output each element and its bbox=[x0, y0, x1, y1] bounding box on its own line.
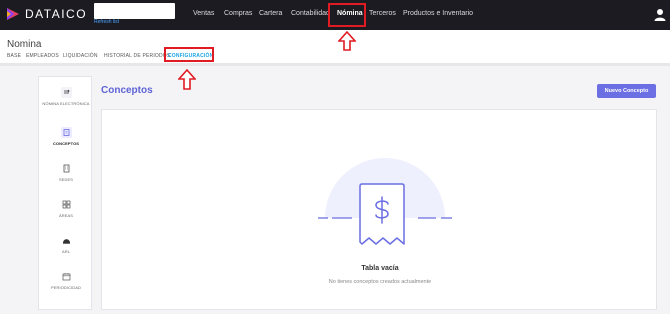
helmet-icon bbox=[61, 235, 72, 246]
nav-ventas[interactable]: Ventas bbox=[193, 10, 214, 17]
sidebar-item-conceptos[interactable]: CONCEPTOS bbox=[39, 127, 93, 146]
highlight-nomina bbox=[328, 3, 366, 27]
nav-contabilidad[interactable]: Contabilidad bbox=[291, 10, 330, 17]
empty-state-subtitle: No tienes conceptos creados actualmente bbox=[328, 279, 432, 285]
arrow-up-icon bbox=[338, 31, 356, 51]
page-title: Nomina bbox=[7, 39, 42, 50]
sidebar-item-areas[interactable]: ÁREAS bbox=[39, 199, 93, 218]
config-sidebar: NÓMINA ELECTRÓNICA CONCEPTOS SEDES ÁREAS… bbox=[38, 76, 92, 310]
nav-cartera[interactable]: Cartera bbox=[259, 10, 282, 17]
nav-terceros[interactable]: Terceros bbox=[369, 10, 396, 17]
receipt-icon bbox=[60, 87, 72, 98]
refresh-list-link[interactable]: Refresh list bbox=[94, 19, 119, 25]
brand-name: DATAICO bbox=[25, 7, 88, 21]
subnav-empleados[interactable]: EMPLEADOS bbox=[26, 53, 59, 59]
sidebar-item-sedes[interactable]: SEDES bbox=[39, 163, 93, 182]
grid-icon bbox=[61, 199, 72, 210]
empty-state-title: Tabla vacía bbox=[361, 265, 399, 272]
company-selector[interactable] bbox=[94, 3, 175, 19]
subnav-liquidacion[interactable]: LIQUIDACIÓN bbox=[63, 53, 98, 59]
user-icon[interactable] bbox=[654, 8, 666, 21]
document-icon bbox=[60, 127, 72, 138]
page-header bbox=[0, 30, 670, 63]
arrow-up-icon bbox=[178, 69, 196, 90]
new-concept-button[interactable]: Nuevo Concepto bbox=[597, 84, 656, 98]
nav-productos-inventario[interactable]: Productos e Inventario bbox=[403, 10, 473, 17]
sidebar-item-arl[interactable]: ARL bbox=[39, 235, 93, 254]
subnav-base[interactable]: BASE bbox=[7, 53, 21, 59]
brand-logo[interactable]: DATAICO bbox=[6, 7, 87, 21]
highlight-configuracion bbox=[164, 47, 214, 62]
header-divider bbox=[0, 63, 670, 66]
empty-receipt-icon bbox=[318, 158, 452, 245]
sidebar-item-nomina-electronica[interactable]: NÓMINA ELECTRÓNICA bbox=[39, 87, 93, 106]
section-title: Conceptos bbox=[101, 85, 153, 96]
subnav-historial-periodos[interactable]: HISTORIAL DE PERIODOS bbox=[104, 53, 170, 59]
nav-compras[interactable]: Compras bbox=[224, 10, 252, 17]
logo-icon bbox=[7, 8, 19, 20]
building-icon bbox=[61, 163, 72, 174]
